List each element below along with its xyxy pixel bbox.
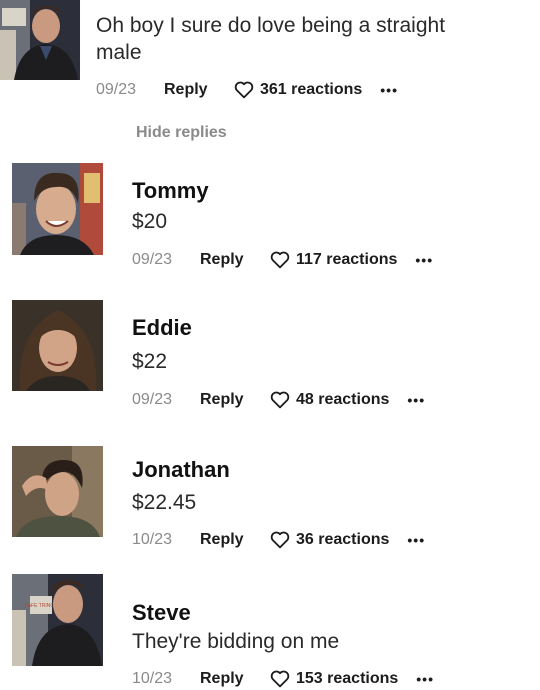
more-options-button[interactable]: ••• — [407, 532, 425, 548]
more-options-button[interactable]: ••• — [380, 82, 398, 98]
reactions-button[interactable]: 361 reactions — [234, 81, 362, 99]
heart-icon — [270, 391, 290, 409]
reactions-button[interactable]: 153 reactions — [270, 670, 398, 688]
reactions-count: 36 reactions — [296, 531, 390, 548]
heart-icon — [270, 531, 290, 549]
heart-icon — [270, 670, 290, 688]
reactions-count: 48 reactions — [296, 391, 390, 408]
comment-text: $22 — [132, 350, 168, 373]
comment-text: $20 — [132, 210, 168, 233]
comment-meta: 09/23 Reply 117 reactions ••• — [132, 249, 433, 271]
reactions-button[interactable]: 48 reactions — [270, 391, 389, 409]
more-options-button[interactable]: ••• — [407, 392, 425, 408]
hide-replies-button[interactable]: Hide replies — [136, 124, 227, 142]
commenter-name[interactable]: Eddie — [132, 315, 192, 341]
avatar[interactable] — [12, 163, 103, 255]
heart-icon — [234, 81, 254, 99]
reactions-button[interactable]: 117 reactions — [270, 251, 397, 269]
avatar[interactable] — [12, 300, 103, 391]
reactions-count: 153 reactions — [296, 670, 399, 687]
tommy-avatar-image — [12, 163, 103, 255]
comment-text: $22.45 — [132, 491, 197, 514]
commenter-name[interactable]: Tommy — [132, 178, 209, 204]
comment-text: Oh boy I sure do love being a straight m… — [96, 14, 446, 64]
jonathan-avatar-image — [12, 446, 103, 537]
reactions-count: 361 reactions — [260, 81, 363, 98]
comment-date: 09/23 — [132, 391, 173, 408]
reply-button[interactable]: Reply — [200, 531, 270, 549]
comment-date: 09/23 — [132, 251, 173, 268]
reply-button[interactable]: Reply — [164, 81, 234, 99]
reply-button[interactable]: Reply — [200, 391, 270, 409]
comment-text: They're bidding on me — [132, 630, 340, 653]
avatar[interactable] — [0, 0, 80, 80]
reactions-count: 117 reactions — [296, 251, 398, 268]
comment-meta: 09/23 Reply 48 reactions ••• — [132, 389, 425, 411]
more-options-button[interactable]: ••• — [416, 671, 434, 687]
commenter-name[interactable]: Steve — [132, 600, 191, 626]
comment-meta: 10/23 Reply 36 reactions ••• — [132, 529, 425, 551]
comment-date: 09/23 — [96, 81, 137, 98]
comment-date: 10/23 — [132, 670, 173, 687]
avatar[interactable] — [12, 446, 103, 537]
eddie-avatar-image — [12, 300, 103, 391]
steve-avatar-image — [0, 0, 80, 80]
comment-date: 10/23 — [132, 531, 173, 548]
comment-meta: 10/23 Reply 153 reactions ••• — [132, 668, 434, 690]
commenter-name[interactable]: Jonathan — [132, 457, 230, 483]
comment-meta: 09/23 Reply 361 reactions ••• — [96, 79, 398, 101]
avatar[interactable]: SAFE TRINGS — [12, 574, 103, 666]
heart-icon — [270, 251, 290, 269]
steve-avatar-image: SAFE TRINGS — [12, 574, 103, 666]
reply-button[interactable]: Reply — [200, 251, 270, 269]
more-options-button[interactable]: ••• — [415, 252, 433, 268]
reply-button[interactable]: Reply — [200, 670, 270, 688]
reactions-button[interactable]: 36 reactions — [270, 531, 389, 549]
